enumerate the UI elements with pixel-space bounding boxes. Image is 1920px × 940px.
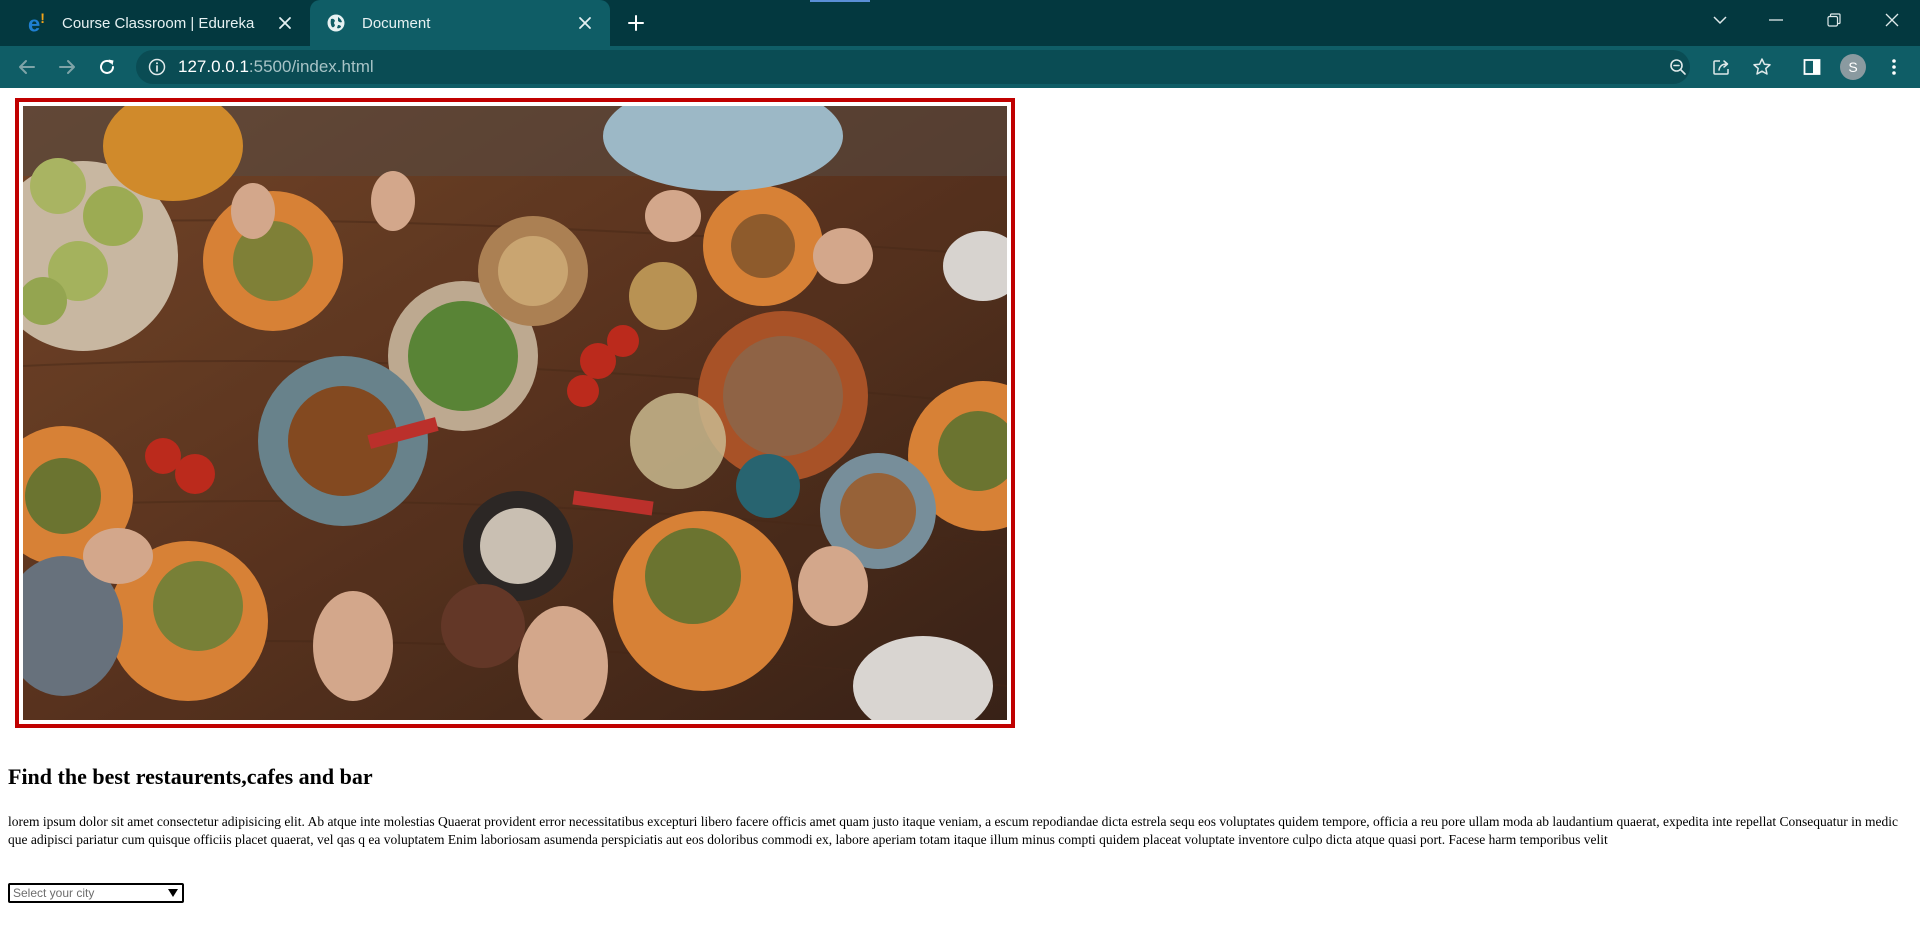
tab-course-classroom[interactable]: e! Course Classroom | Edureka [10,0,310,46]
city-select[interactable]: Select your city [8,883,184,903]
city-select-value: Select your city [13,886,95,900]
address-bar[interactable]: 127.0.0.1:5500/index.html [136,50,1690,84]
close-icon[interactable] [274,12,296,34]
page-heading: Find the best restaurents,cafes and bar [8,764,373,789]
back-button[interactable] [13,53,41,81]
share-icon [1713,60,1729,75]
minimize-icon [1769,19,1783,21]
page-paragraph: lorem ipsum dolor sit amet consectetur a… [8,814,1898,847]
edureka-logo-icon: e! [28,9,45,37]
tab-search-button[interactable] [1692,0,1748,40]
globe-icon [324,11,348,35]
bookmark-button[interactable] [1750,55,1774,79]
url-text[interactable]: 127.0.0.1:5500/index.html [178,50,374,84]
tab-strip-indicator [810,0,870,2]
arrow-left-icon [19,60,35,74]
close-icon[interactable] [574,12,596,34]
chevron-down-icon [1713,16,1727,25]
plus-icon [628,15,644,31]
star-icon [1753,58,1771,75]
arrow-right-icon [59,60,75,74]
triangle-down-icon [164,889,182,897]
hero-image-frame [15,98,1015,728]
zoom-out-icon [1670,59,1686,75]
kebab-menu-icon [1892,59,1896,75]
close-window-button[interactable] [1864,0,1920,40]
minimize-button[interactable] [1748,0,1804,40]
reload-icon [100,59,114,74]
hero-image [23,106,1007,720]
info-icon[interactable] [148,58,166,76]
side-panel-icon [1803,59,1821,75]
new-tab-button[interactable] [622,9,650,37]
restore-icon [1827,13,1841,27]
side-panel-button[interactable] [1800,55,1824,79]
restore-button[interactable] [1806,0,1862,40]
tab-title: Document [362,14,431,32]
share-button[interactable] [1710,55,1734,79]
close-icon [1885,13,1899,27]
zoom-button[interactable] [1666,55,1690,79]
url-host: 127.0.0.1 [178,57,249,76]
url-path: :5500/index.html [248,57,374,76]
tab-title: Course Classroom | Edureka [62,14,255,32]
browser-toolbar: 127.0.0.1:5500/index.html S [0,46,1920,88]
browser-tab-bar: e! Course Classroom | Edureka Document [0,0,1920,46]
reload-button[interactable] [93,53,121,81]
page-viewport: Find the best restaurents,cafes and bar … [0,88,1920,940]
forward-button[interactable] [53,53,81,81]
tab-document[interactable]: Document [310,0,610,46]
profile-avatar[interactable]: S [1840,54,1866,80]
menu-button[interactable] [1882,55,1906,79]
